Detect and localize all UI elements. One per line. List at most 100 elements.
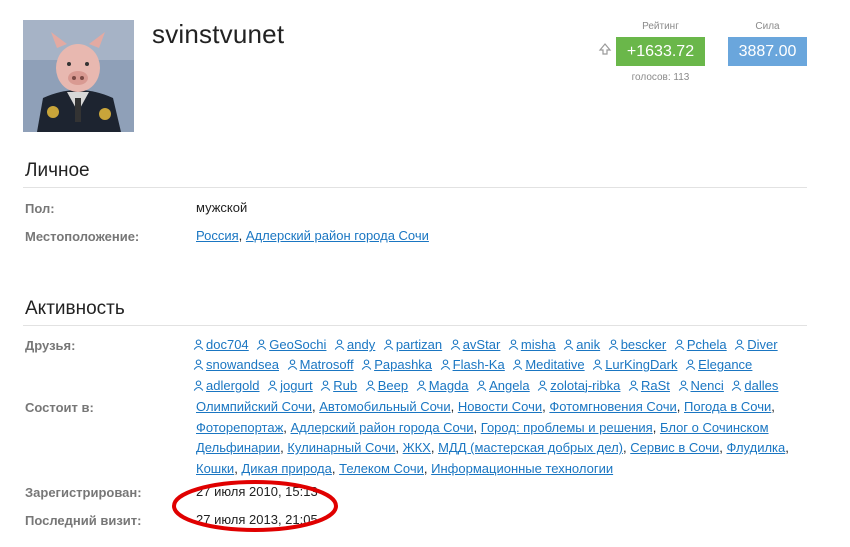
- friend-link[interactable]: Beep: [365, 378, 408, 393]
- group-link[interactable]: Автомобильный Сочи: [319, 399, 450, 414]
- group-link[interactable]: Фотомгновения Сочи: [549, 399, 676, 414]
- friend-link[interactable]: anik: [563, 337, 600, 352]
- friend-link[interactable]: LurKingDark: [592, 357, 677, 372]
- user-icon: [287, 356, 298, 371]
- friend-link[interactable]: Pchela: [674, 337, 727, 352]
- friend-name: Meditative: [525, 357, 585, 373]
- friend-link[interactable]: adlergold: [193, 378, 260, 393]
- group-link[interactable]: Олимпийский Сочи: [196, 399, 312, 414]
- group-separator: ,: [283, 419, 291, 435]
- friend-link[interactable]: Elegance: [685, 357, 752, 372]
- friend-link[interactable]: Nenci: [678, 378, 724, 393]
- user-icon: [193, 336, 204, 350]
- user-icon: [383, 336, 394, 350]
- thumb-up-icon[interactable]: [598, 42, 612, 56]
- friends-list: doc704 GeoSochi andy partizan avStar mis…: [193, 335, 803, 396]
- group-link[interactable]: ЖКХ: [403, 440, 431, 455]
- rating-value: +1633.72: [616, 37, 705, 66]
- friend-link[interactable]: dalles: [731, 378, 778, 393]
- group-separator: ,: [473, 419, 481, 435]
- friend-name: dalles: [744, 377, 779, 393]
- user-icon: [450, 336, 461, 350]
- group-link[interactable]: Фоторепортаж: [196, 420, 283, 435]
- group-link[interactable]: Информационные технологии: [431, 461, 613, 476]
- friend-link[interactable]: zolotaj-ribka: [537, 378, 620, 393]
- user-icon: [476, 377, 487, 391]
- group-separator: ,: [430, 440, 439, 455]
- group-link[interactable]: Кошки: [196, 461, 234, 476]
- user-icon: [608, 336, 619, 350]
- friend-link[interactable]: Angela: [476, 377, 530, 393]
- friend-name: Angela: [489, 377, 530, 393]
- group-link[interactable]: Город: проблемы и решения: [481, 420, 653, 435]
- group-link[interactable]: Адлерский район города Сочи: [291, 420, 474, 435]
- friend-link[interactable]: Papashka: [361, 357, 432, 372]
- friend-link[interactable]: misha: [508, 337, 556, 352]
- user-icon: [508, 336, 519, 350]
- avatar: [23, 20, 134, 132]
- friend-link[interactable]: RaSt: [628, 378, 670, 393]
- section-title-activity: Активность: [25, 298, 125, 319]
- friend-link[interactable]: bescker: [608, 336, 667, 352]
- registered-label: Зарегистрирован:: [25, 485, 142, 500]
- location-label: Местоположение:: [25, 229, 140, 244]
- group-link[interactable]: Новости Сочи: [458, 399, 542, 414]
- location-place-link[interactable]: Адлерский район города Сочи: [246, 228, 429, 243]
- user-icon: [267, 377, 278, 391]
- friend-name: doc704: [206, 337, 249, 352]
- friends-label: Друзья:: [25, 338, 76, 353]
- friend-link[interactable]: avStar: [450, 336, 501, 352]
- group-link[interactable]: Дикая природа: [241, 461, 331, 476]
- friend-link[interactable]: snowandsea: [193, 357, 279, 372]
- user-icon: [334, 336, 345, 350]
- friend-link[interactable]: Diver: [734, 336, 778, 352]
- user-icon: [674, 336, 685, 350]
- votes-count: голосов: 113: [631, 72, 690, 83]
- friend-link[interactable]: andy: [334, 337, 375, 352]
- friend-link[interactable]: partizan: [383, 337, 442, 352]
- last-visit-label: Последний визит:: [25, 513, 142, 528]
- friend-link[interactable]: Flash-Ka: [440, 357, 505, 372]
- user-icon: [361, 356, 372, 371]
- group-separator: ,: [652, 419, 660, 435]
- rating-label: Рейтинг: [642, 21, 679, 32]
- divider: [23, 325, 807, 326]
- user-icon: [256, 336, 267, 350]
- highlight-circle: [172, 480, 338, 532]
- group-link[interactable]: Телеком Сочи: [339, 461, 424, 476]
- avatar-image: [23, 20, 134, 132]
- group-link[interactable]: Кулинарный Сочи: [287, 440, 395, 455]
- user-icon: [685, 356, 696, 371]
- user-icon: [563, 336, 574, 350]
- friend-name: avStar: [462, 337, 501, 352]
- power-label: Сила: [755, 21, 780, 32]
- friend-link[interactable]: Rub: [320, 378, 357, 393]
- gender-label: Пол:: [25, 201, 55, 216]
- friend-link[interactable]: Meditative: [512, 356, 585, 373]
- friend-link[interactable]: Matrosoff: [287, 357, 354, 372]
- group-separator: ,: [395, 440, 403, 455]
- location-country-link[interactable]: Россия: [196, 228, 239, 243]
- group-link[interactable]: МДД (мастерская добрых дел): [438, 440, 623, 455]
- section-title-personal: Личное: [25, 160, 90, 181]
- friend-name: GeoSochi: [269, 337, 327, 352]
- friend-name: bescker: [620, 337, 667, 352]
- user-icon: [512, 356, 523, 371]
- friend-name: Magda: [428, 377, 469, 393]
- friend-link[interactable]: GeoSochi: [256, 337, 326, 352]
- friend-name: Matrosoff: [299, 357, 354, 373]
- friend-name: Papashka: [374, 357, 433, 373]
- user-icon: [537, 377, 548, 391]
- friend-link[interactable]: Magda: [416, 378, 469, 393]
- friend-name: Elegance: [698, 357, 753, 373]
- friend-name: Nenci: [690, 377, 724, 393]
- user-icon: [592, 356, 603, 371]
- group-link[interactable]: Погода в Сочи: [684, 399, 771, 414]
- group-link[interactable]: Флудилка: [727, 440, 786, 455]
- friend-link[interactable]: doc704: [193, 337, 249, 352]
- user-icon: [734, 336, 745, 350]
- group-link[interactable]: Сервис в Сочи: [630, 440, 719, 455]
- friend-name: Diver: [747, 337, 778, 352]
- friend-link[interactable]: jogurt: [267, 378, 313, 393]
- friend-name: zolotaj-ribka: [550, 377, 621, 393]
